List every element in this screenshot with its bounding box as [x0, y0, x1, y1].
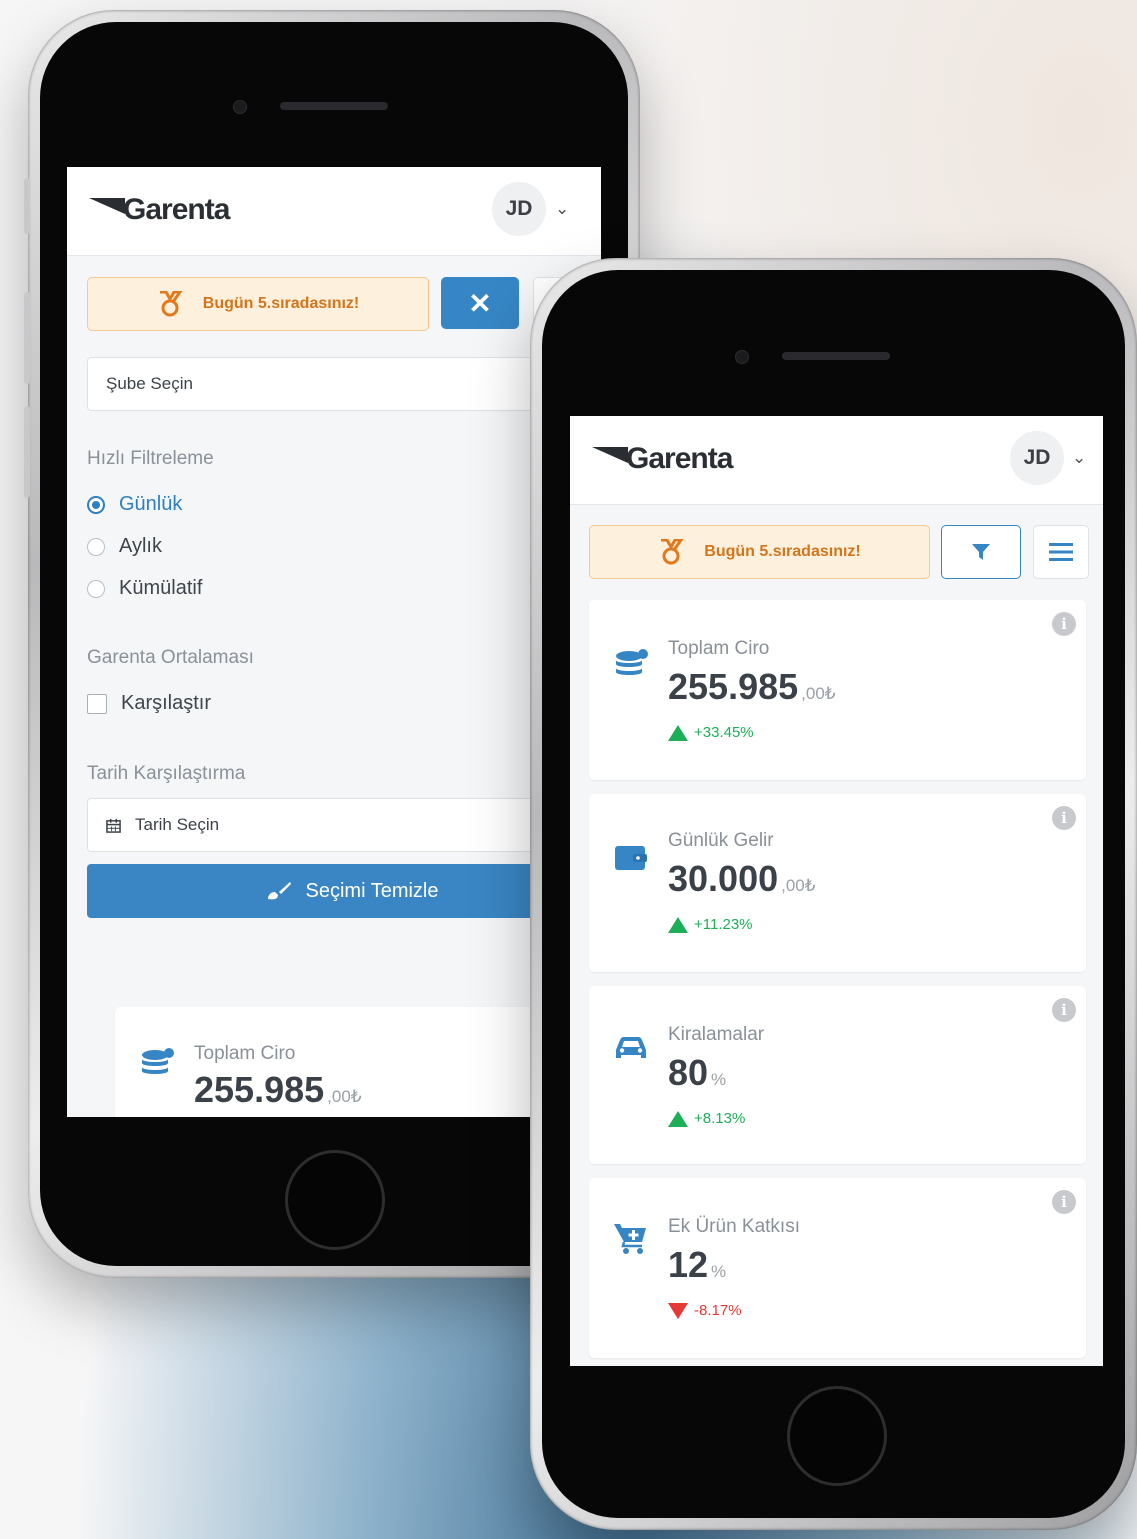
- right-phone: Garenta JD ⌄ Bugün 5.sıradasınız! i Topl…: [530, 258, 1137, 1530]
- camera: [735, 350, 749, 364]
- compare-checkbox[interactable]: Karşılaştır: [87, 692, 211, 715]
- user-avatar[interactable]: JD: [492, 182, 546, 236]
- kpi-value: 255.985,00₺: [668, 666, 836, 707]
- brush-icon: [267, 882, 291, 900]
- kpi-change: +33.45%: [668, 724, 754, 741]
- kpi-label: Günlük Gelir: [668, 830, 774, 851]
- chevron-down-icon[interactable]: ⌄: [555, 199, 569, 219]
- trend-down-icon: [668, 1302, 688, 1319]
- card-label: Toplam Ciro: [194, 1043, 296, 1064]
- close-filter-button[interactable]: ✕: [441, 277, 519, 329]
- average-title: Garenta Ortalaması: [87, 647, 254, 668]
- home-button[interactable]: [787, 1386, 887, 1486]
- kpi-value: 30.000,00₺: [668, 858, 816, 899]
- info-icon[interactable]: i: [1052, 612, 1076, 636]
- left-screen: Garenta JD ⌄ Bugün 5.sıradasınız! ✕ Şube…: [67, 167, 601, 1117]
- camera: [233, 100, 247, 114]
- chevron-down-icon[interactable]: ⌄: [1072, 448, 1086, 468]
- calendar-icon: [106, 818, 121, 833]
- speaker: [280, 102, 388, 110]
- rank-text: Bugün 5.sıradasınız!: [202, 295, 360, 312]
- kpi-card-extra-product[interactable]: i Ek Ürün Katkısı 12% -8.17%: [589, 1178, 1086, 1358]
- kpi-change: +11.23%: [668, 916, 753, 933]
- coins-icon: [616, 649, 648, 675]
- branch-select[interactable]: Şube Seçin: [87, 357, 601, 411]
- info-icon[interactable]: i: [1052, 1190, 1076, 1214]
- kpi-change: +8.13%: [668, 1110, 745, 1127]
- date-compare-title: Tarih Karşılaştırma: [87, 763, 246, 784]
- trend-up-icon: [668, 1110, 688, 1127]
- app-header: Garenta JD ⌄: [67, 167, 601, 256]
- info-icon[interactable]: i: [1052, 806, 1076, 830]
- kpi-value: 12%: [668, 1244, 727, 1285]
- speaker: [782, 352, 890, 360]
- hamburger-icon: [1049, 543, 1073, 561]
- clear-selection-button[interactable]: Seçimi Temizle: [87, 864, 601, 918]
- wallet-icon: [615, 846, 647, 870]
- kpi-change: -8.17%: [668, 1302, 742, 1319]
- kpi-card-total-revenue[interactable]: i Toplam Ciro 255.985,00₺ +33.45%: [589, 600, 1086, 780]
- date-picker-input[interactable]: Tarih Seçin: [87, 798, 601, 852]
- radio-cumulative[interactable]: Kümülatif: [87, 577, 202, 600]
- card-value: 255.985,00₺: [194, 1069, 362, 1110]
- info-icon[interactable]: i: [1052, 998, 1076, 1022]
- total-revenue-card[interactable]: Toplam Ciro 255.985,00₺: [115, 1007, 555, 1117]
- radio-daily[interactable]: Günlük: [87, 493, 182, 516]
- filter-button[interactable]: [941, 525, 1021, 579]
- coins-icon: [142, 1048, 174, 1074]
- kpi-value: 80%: [668, 1052, 727, 1093]
- kpi-card-daily-income[interactable]: i Günlük Gelir 30.000,00₺ +11.23%: [589, 794, 1086, 972]
- quick-filter-title: Hızlı Filtreleme: [87, 448, 214, 469]
- home-button[interactable]: [285, 1150, 385, 1250]
- filter-icon: [972, 544, 990, 560]
- menu-button[interactable]: [1033, 525, 1089, 579]
- right-screen: Garenta JD ⌄ Bugün 5.sıradasınız! i Topl…: [570, 416, 1103, 1366]
- kpi-label: Kiralamalar: [668, 1024, 765, 1045]
- garenta-logo[interactable]: Garenta: [592, 442, 733, 476]
- rank-text: Bugün 5.sıradasınız!: [704, 543, 861, 560]
- kpi-card-rentals[interactable]: i Kiralamalar 80% +8.13%: [589, 986, 1086, 1164]
- rank-banner: Bugün 5.sıradasınız!: [589, 525, 930, 579]
- car-icon: [616, 1037, 646, 1058]
- user-avatar[interactable]: JD: [1010, 431, 1064, 485]
- medal-icon: [159, 291, 183, 317]
- radio-monthly[interactable]: Aylık: [87, 535, 162, 558]
- garenta-logo[interactable]: Garenta: [89, 193, 230, 227]
- trend-up-icon: [668, 724, 688, 741]
- kpi-label: Toplam Ciro: [668, 638, 770, 659]
- rank-banner: Bugün 5.sıradasınız!: [87, 277, 429, 331]
- medal-icon: [661, 539, 684, 565]
- app-header: Garenta JD ⌄: [570, 416, 1103, 505]
- kpi-label: Ek Ürün Katkısı: [668, 1216, 800, 1237]
- cart-plus-icon: [614, 1224, 646, 1254]
- trend-up-icon: [668, 916, 688, 933]
